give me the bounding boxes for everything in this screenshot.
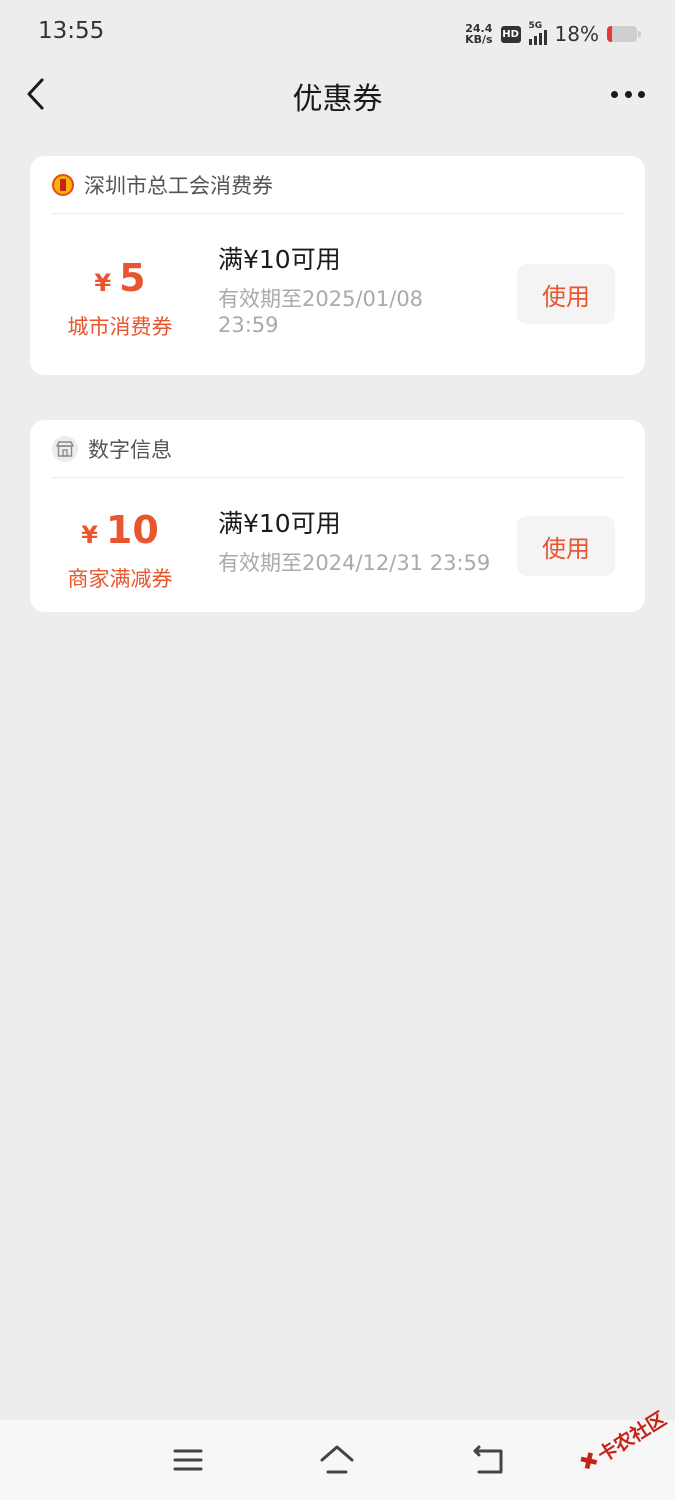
currency-symbol: ¥	[81, 521, 98, 549]
status-indicators: 24.4 KB/s HD 5G 18%	[465, 20, 641, 48]
use-coupon-button[interactable]: 使用	[517, 516, 615, 576]
system-back-button[interactable]	[470, 1442, 506, 1478]
more-dots-icon	[611, 90, 618, 98]
hd-icon: HD	[500, 25, 521, 43]
coupon-validity: 有效期至2024/12/31 23:59	[218, 551, 491, 575]
coupon-amount: ¥10	[30, 508, 210, 557]
home-icon	[320, 1445, 354, 1474]
coupon-card: 数字信息 ¥10 商家满减券 满¥10可用 有效期至2024/12/31 23:…	[30, 420, 645, 612]
status-bar: 13:55 24.4 KB/s HD 5G 18%	[0, 0, 675, 68]
coupon-info: 满¥10可用 有效期至2024/12/31 23:59	[218, 508, 518, 576]
page-title: 优惠券	[292, 82, 383, 117]
home-button[interactable]	[319, 1442, 355, 1478]
coupon-card: 深圳市总工会消费券 ¥5 城市消费券 满¥10可用 有效期至2025/01/08…	[30, 156, 645, 375]
network-speed: 24.4 KB/s	[465, 23, 492, 45]
coupon-type: 城市消费券	[67, 315, 173, 339]
coupon-amount-value: 5	[119, 256, 146, 300]
coupon-amount-block: ¥10 商家满减券	[30, 508, 210, 593]
system-nav-bar	[0, 1420, 675, 1500]
coupon-merchant-header: 深圳市总工会消费券	[52, 156, 623, 214]
coupon-validity-line: 有效期至2025/01/08	[218, 287, 424, 311]
status-time: 13:55	[38, 18, 105, 44]
coupon-validity-line: 23:59	[218, 313, 279, 337]
store-icon	[52, 435, 78, 462]
merchant-name: 数字信息	[88, 437, 172, 462]
coupon-type: 商家满减券	[67, 567, 173, 591]
coupon-amount: ¥5	[30, 256, 210, 305]
coupon-info: 满¥10可用 有效期至2025/01/08 23:59	[218, 244, 508, 338]
coupon-amount-value: 10	[105, 508, 159, 552]
coupon-body: ¥10 商家满减券 满¥10可用 有效期至2024/12/31 23:59 使用	[30, 478, 645, 611]
network-speed-unit: KB/s	[465, 33, 493, 46]
currency-symbol: ¥	[94, 269, 112, 297]
menu-button[interactable]	[170, 1442, 206, 1478]
use-coupon-button[interactable]: 使用	[517, 264, 615, 324]
coupon-body: ¥5 城市消费券 满¥10可用 有效期至2025/01/08 23:59 使用	[30, 214, 645, 374]
coupon-amount-block: ¥5 城市消费券	[30, 256, 210, 341]
nav-bar: 优惠券	[0, 68, 675, 122]
signal-icon: 5G	[528, 21, 547, 45]
battery-icon	[607, 26, 641, 42]
merchant-name: 深圳市总工会消费券	[84, 173, 273, 198]
menu-icon	[173, 1449, 203, 1471]
battery-level	[607, 26, 613, 42]
coupon-condition: 满¥10可用	[218, 245, 341, 274]
back-arrow-icon	[473, 1445, 503, 1474]
battery-percent: 18%	[554, 22, 599, 46]
coupon-merchant-header: 数字信息	[52, 420, 623, 478]
more-button[interactable]	[611, 86, 645, 102]
union-logo-icon	[52, 173, 74, 196]
coupon-validity: 有效期至2025/01/08 23:59	[218, 286, 508, 338]
network-type: 5G	[528, 21, 543, 31]
coupon-condition: 满¥10可用	[218, 509, 341, 538]
